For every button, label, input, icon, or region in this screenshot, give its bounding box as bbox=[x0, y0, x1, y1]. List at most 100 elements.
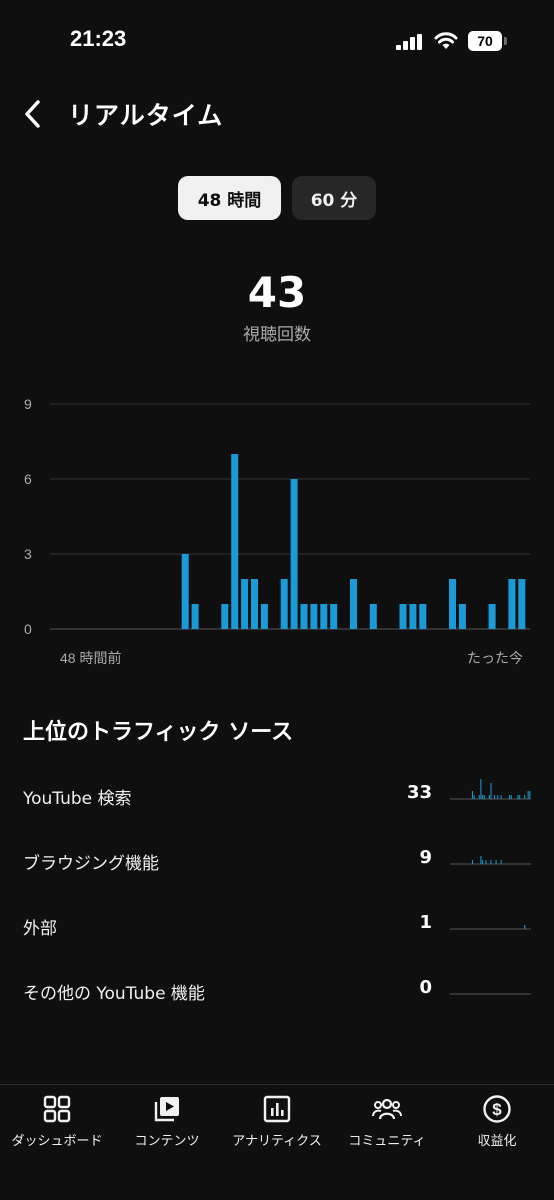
nav-divider bbox=[0, 1084, 554, 1085]
status-time: 21:23 bbox=[70, 26, 127, 51]
views-label: 視聴回数 bbox=[243, 325, 311, 345]
chart-bar bbox=[320, 604, 328, 629]
chart-bar bbox=[221, 604, 229, 629]
sparkline-bar bbox=[478, 795, 480, 799]
sparkline-bar bbox=[490, 860, 492, 864]
sparkline-bar bbox=[493, 795, 495, 799]
traffic-source-row: 外部 1 bbox=[0, 906, 554, 946]
chart-bar bbox=[300, 604, 308, 629]
traffic-source-sparkline bbox=[450, 993, 531, 995]
traffic-source-label: YouTube 検索 bbox=[23, 789, 132, 809]
battery-level: 70 bbox=[468, 31, 502, 51]
realtime-views-chart: 9 6 3 0 48 時間前 たった今 bbox=[24, 396, 530, 666]
traffic-source-sparkline bbox=[450, 925, 531, 930]
chart-y-tick-label: 9 bbox=[24, 396, 32, 412]
sparkline-bar bbox=[488, 795, 490, 799]
sparkline-bar bbox=[519, 795, 521, 799]
sparkline-bar bbox=[500, 860, 502, 864]
wifi-icon bbox=[434, 32, 458, 49]
battery-icon: 70 bbox=[468, 31, 508, 51]
dashboard-icon bbox=[43, 1095, 71, 1123]
chart-bar bbox=[350, 579, 357, 629]
sparkline-bar bbox=[510, 795, 512, 799]
sparkline-bar bbox=[500, 795, 502, 799]
sparkline-bar bbox=[482, 860, 484, 864]
chart-bar bbox=[458, 604, 466, 629]
page-title: リアルタイム bbox=[68, 101, 224, 130]
back-arrow-icon[interactable] bbox=[20, 97, 48, 131]
traffic-source-label: 外部 bbox=[23, 919, 57, 939]
chart-bar bbox=[409, 604, 417, 629]
nav-item-community[interactable]: コミュニティ bbox=[332, 1092, 442, 1162]
traffic-source-count: 0 bbox=[419, 977, 432, 998]
chart-bar bbox=[399, 604, 407, 629]
traffic-source-count: 9 bbox=[419, 847, 432, 868]
chart-y-tick-label: 3 bbox=[24, 546, 32, 562]
chart-bar bbox=[241, 579, 249, 629]
sparkline-bar bbox=[482, 795, 484, 799]
chart-bar bbox=[191, 604, 199, 629]
traffic-sources-heading: 上位のトラフィック ソース bbox=[23, 720, 294, 745]
nav-label-analytics: アナリティクス bbox=[232, 1134, 322, 1149]
sparkline-bar bbox=[524, 795, 526, 799]
sparkline-bar bbox=[529, 791, 531, 799]
sparkline-bar bbox=[527, 791, 529, 799]
traffic-source-row: その他の YouTube 機能 0 bbox=[0, 971, 554, 1011]
traffic-source-label: ブラウジング機能 bbox=[23, 854, 159, 874]
traffic-source-sparkline bbox=[450, 779, 531, 800]
chart-bar bbox=[251, 579, 258, 629]
traffic-source-sparkline bbox=[450, 856, 531, 865]
svg-text:$: $ bbox=[492, 1100, 502, 1119]
chart-bar bbox=[449, 579, 456, 629]
content-icon bbox=[154, 1097, 179, 1122]
nav-item-content[interactable]: コンテンツ bbox=[112, 1092, 222, 1162]
sparkline-bar bbox=[480, 779, 482, 799]
traffic-source-count: 1 bbox=[419, 912, 432, 933]
chart-bar bbox=[310, 604, 318, 629]
chart-bar bbox=[330, 604, 338, 629]
sparkline-bar bbox=[480, 856, 482, 864]
chart-bar bbox=[280, 579, 288, 629]
chart-x-end-label: たった今 bbox=[467, 650, 523, 666]
monetization-icon: $ bbox=[483, 1095, 511, 1123]
analytics-icon bbox=[263, 1095, 291, 1123]
chart-bar bbox=[419, 604, 427, 629]
chart-bar bbox=[260, 604, 268, 629]
cellular-signal-icon bbox=[396, 34, 422, 50]
chart-bar bbox=[290, 479, 298, 629]
chart-x-start-label: 48 時間前 bbox=[60, 650, 121, 666]
chart-bar bbox=[181, 554, 189, 629]
nav-label-monetization: 収益化 bbox=[477, 1134, 517, 1149]
traffic-source-row: ブラウジング機能 9 bbox=[0, 841, 554, 881]
chart-bar bbox=[508, 579, 516, 629]
chart-bar bbox=[231, 454, 239, 629]
sparkline-bar bbox=[524, 925, 526, 929]
chart-bar bbox=[369, 604, 377, 629]
traffic-source-row: YouTube 検索 33 bbox=[0, 776, 554, 816]
toggle-48-hours[interactable]: 48 時間 bbox=[178, 176, 281, 220]
nav-label-content: コンテンツ bbox=[134, 1134, 200, 1149]
nav-label-community: コミュニティ bbox=[348, 1134, 426, 1149]
chart-bar bbox=[518, 579, 526, 629]
traffic-source-count: 33 bbox=[406, 782, 432, 803]
chart-bar bbox=[488, 604, 496, 629]
community-icon bbox=[372, 1098, 402, 1120]
views-count: 43 bbox=[247, 268, 307, 317]
sparkline-bar bbox=[497, 795, 499, 799]
sparkline-bar bbox=[490, 783, 492, 799]
sparkline-bar bbox=[517, 795, 519, 799]
chart-y-tick-label: 0 bbox=[24, 621, 32, 637]
sparkline-bar bbox=[471, 791, 473, 799]
toggle-60-minutes[interactable]: 60 分 bbox=[292, 176, 376, 220]
nav-label-dashboard: ダッシュボード bbox=[11, 1134, 103, 1149]
nav-item-monetization[interactable]: $ 収益化 bbox=[442, 1092, 552, 1162]
sparkline-bar bbox=[483, 795, 485, 799]
sparkline-bar bbox=[495, 860, 497, 864]
nav-item-dashboard[interactable]: ダッシュボード bbox=[2, 1092, 112, 1162]
sparkline-bar bbox=[485, 860, 487, 864]
traffic-source-label: その他の YouTube 機能 bbox=[23, 984, 205, 1004]
sparkline-bar bbox=[471, 860, 473, 864]
sparkline-bar bbox=[509, 795, 511, 799]
nav-item-analytics[interactable]: アナリティクス bbox=[222, 1092, 332, 1162]
sparkline-bar bbox=[473, 795, 475, 799]
